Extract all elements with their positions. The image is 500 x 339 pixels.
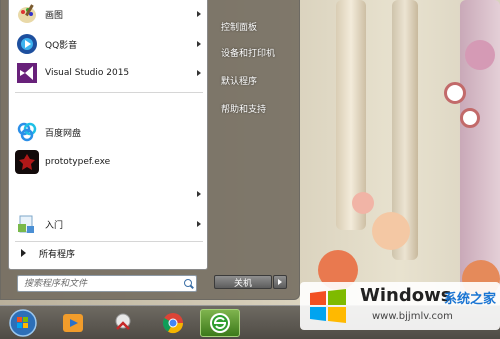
wallpaper-flower [444, 82, 466, 104]
program-item-label: 入门 [45, 220, 64, 231]
program-item-blank[interactable] [9, 180, 209, 208]
submenu-arrow-icon [197, 11, 201, 17]
program-item-getting-started[interactable]: 入门 [9, 210, 209, 238]
arrow-right-icon [278, 279, 282, 285]
wallpaper-flower [352, 192, 374, 214]
submenu-arrow-icon [197, 70, 201, 76]
program-item-baidu-netdisk[interactable]: 百度网盘 [9, 118, 209, 146]
start-menu-programs-pane: 画图 QQ影音 Visual Studio 2015 百度网盘 prototyp… [8, 0, 208, 270]
start-menu: 画图 QQ影音 Visual Studio 2015 百度网盘 prototyp… [0, 0, 300, 300]
submenu-arrow-icon [197, 41, 201, 47]
all-programs-button[interactable]: 所有程序 [9, 243, 209, 263]
watermark-banner: Windows 系统之家 www.bjjmlv.com [300, 282, 500, 330]
search-input[interactable] [24, 276, 182, 291]
paint-icon [15, 2, 39, 26]
menu-divider [15, 241, 203, 242]
windows-logo-icon [308, 287, 348, 325]
wallpaper-flower [460, 108, 480, 128]
right-item-help-support[interactable]: 帮助和支持 [221, 102, 266, 115]
network-tool-icon[interactable] [108, 309, 138, 337]
media-player-icon[interactable] [58, 309, 88, 337]
program-item-label: 画图 [45, 10, 64, 21]
right-item-control-panel[interactable]: 控制面板 [221, 20, 257, 33]
search-box[interactable] [17, 275, 197, 292]
program-item-label: Visual Studio 2015 [45, 68, 130, 78]
wallpaper-flower [372, 212, 410, 250]
right-item-devices-printers[interactable]: 设备和打印机 [221, 46, 275, 59]
watermark-title: Windows [360, 285, 452, 306]
baidu-netdisk-icon [15, 120, 39, 144]
visual-studio-icon [15, 61, 39, 85]
program-item-qq-player[interactable]: QQ影音 [9, 30, 209, 58]
right-item-default-programs[interactable]: 默认程序 [221, 74, 257, 87]
prototype-exe-icon [15, 150, 39, 174]
shutdown-options-button[interactable] [273, 275, 287, 289]
search-icon[interactable] [184, 278, 194, 289]
program-item-label: 百度网盘 [45, 128, 82, 139]
program-item-visual-studio[interactable]: Visual Studio 2015 [9, 59, 209, 87]
submenu-arrow-icon [197, 221, 201, 227]
refresh-green-icon[interactable] [200, 309, 240, 337]
watermark-cn: 系统之家 [444, 292, 497, 307]
shutdown-button[interactable]: 关机 [214, 275, 272, 289]
windows-start-orb-icon[interactable] [8, 309, 38, 337]
watermark-url: www.bjjmlv.com [372, 311, 453, 322]
submenu-arrow-icon [197, 191, 201, 197]
qq-player-icon [15, 32, 39, 56]
program-item-label: QQ影音 [45, 40, 78, 51]
blank-program-icon [15, 182, 39, 206]
getting-started-icon [15, 212, 39, 236]
arrow-right-icon [21, 249, 26, 257]
menu-divider [15, 92, 203, 93]
program-item-prototype-exe[interactable]: prototypef.exe [9, 148, 209, 176]
program-item-paint[interactable]: 画图 [9, 0, 209, 28]
wallpaper-flower [465, 40, 495, 70]
all-programs-label: 所有程序 [39, 249, 76, 260]
program-item-label: prototypef.exe [45, 157, 111, 167]
chrome-icon[interactable] [158, 309, 188, 337]
